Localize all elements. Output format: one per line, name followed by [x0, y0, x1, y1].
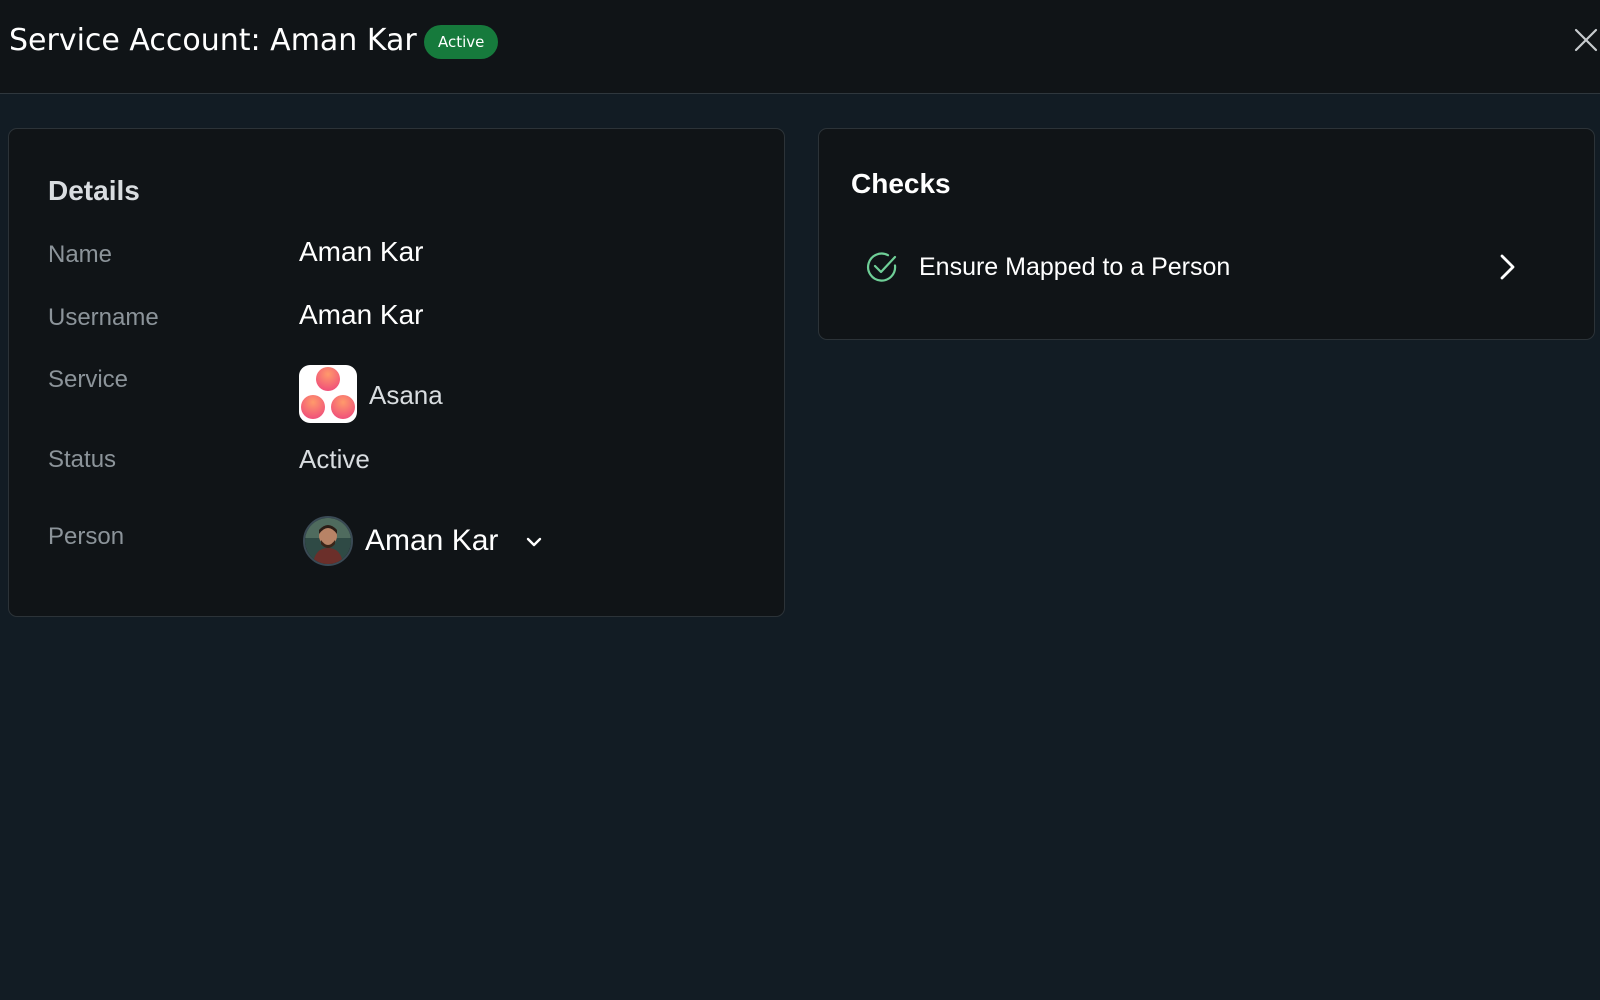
person-value: Aman Kar — [365, 524, 499, 557]
close-button[interactable] — [1572, 26, 1600, 54]
status-badge: Active — [424, 25, 499, 59]
chevron-down-icon — [526, 537, 542, 547]
checks-panel: Checks Ensure Mapped to a Person — [818, 128, 1595, 340]
dialog-header: Service Account: Aman Kar Active — [0, 0, 1600, 94]
check-item-label: Ensure Mapped to a Person — [919, 253, 1231, 281]
close-icon — [1574, 28, 1598, 52]
asana-logo-icon — [299, 365, 357, 423]
service-value: Asana — [369, 380, 443, 410]
details-panel: Details Name Aman Kar Username Aman Kar … — [8, 128, 785, 617]
check-circle-icon — [867, 252, 897, 282]
details-title: Details — [48, 175, 140, 206]
username-value: Aman Kar — [299, 299, 424, 330]
person-dropdown[interactable]: Aman Kar — [303, 516, 563, 568]
name-label: Name — [48, 241, 113, 268]
service-label: Service — [48, 366, 129, 393]
status-label: Status — [48, 446, 117, 473]
check-item-mapped-to-person[interactable]: Ensure Mapped to a Person — [865, 247, 1565, 287]
name-value: Aman Kar — [299, 236, 424, 267]
checks-title: Checks — [851, 168, 951, 199]
person-label: Person — [48, 523, 125, 550]
page-title: Service Account: Aman Kar — [9, 23, 417, 58]
username-label: Username — [48, 304, 159, 331]
chevron-right-icon — [1500, 254, 1515, 280]
avatar — [303, 516, 353, 566]
status-value: Active — [299, 444, 370, 474]
